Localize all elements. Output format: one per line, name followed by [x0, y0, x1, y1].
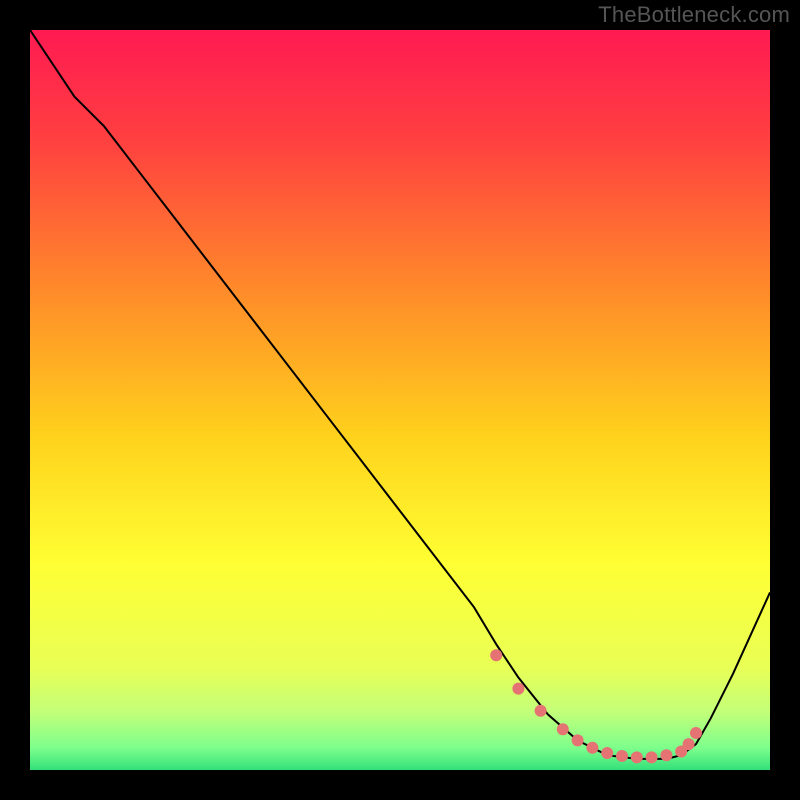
marker-dot: [601, 747, 613, 759]
marker-dot: [690, 727, 702, 739]
marker-dot: [535, 705, 547, 717]
marker-dot: [490, 649, 502, 661]
plot-area: [30, 30, 770, 770]
marker-dot: [616, 750, 628, 762]
chart-frame: TheBottleneck.com: [0, 0, 800, 800]
marker-dot: [512, 683, 524, 695]
chart-svg: [30, 30, 770, 770]
marker-dot: [572, 734, 584, 746]
marker-dot: [660, 749, 672, 761]
marker-dot: [557, 723, 569, 735]
marker-dot: [646, 751, 658, 763]
marker-dot: [631, 751, 643, 763]
marker-dot: [586, 742, 598, 754]
watermark-text: TheBottleneck.com: [598, 2, 790, 28]
marker-dot: [683, 738, 695, 750]
gradient-background: [30, 30, 770, 770]
